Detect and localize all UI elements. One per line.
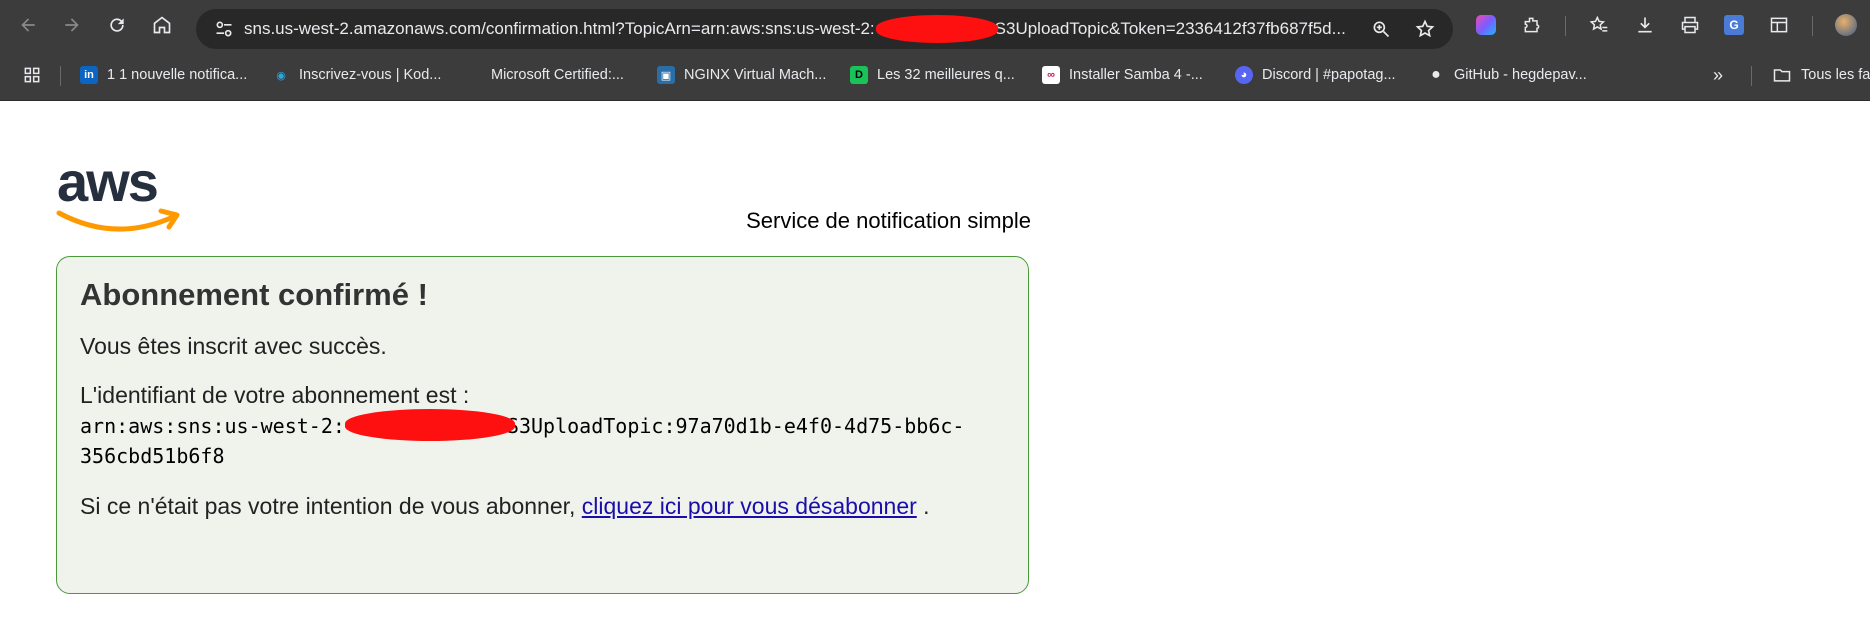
favorites-button[interactable] — [1585, 11, 1613, 39]
discord-icon: ◕ — [1235, 66, 1253, 84]
bookmark-microsoft[interactable]: Microsoft Certified:... — [464, 62, 624, 88]
more-bookmarks-button[interactable]: » — [1713, 62, 1723, 88]
toolbar-divider — [1565, 16, 1566, 36]
home-icon — [153, 16, 171, 34]
nginx-icon: ▣ — [657, 66, 675, 84]
service-title: Service de notification simple — [746, 208, 1031, 233]
avatar — [1835, 14, 1857, 36]
sidebar-button[interactable] — [1765, 11, 1793, 39]
subscription-id-label: L'identifiant de votre abonnement est : — [80, 382, 470, 408]
print-button[interactable] — [1676, 11, 1704, 39]
reload-button[interactable] — [103, 11, 131, 39]
bookmark-nginx[interactable]: ▣ NGINX Virtual Mach... — [657, 62, 826, 88]
bookmark-kodekloud[interactable]: ◉ Inscrivez-vous | Kod... — [272, 62, 441, 88]
unsubscribe-paragraph: Si ce n'était pas votre intention de vou… — [80, 492, 980, 520]
confirmation-box: Abonnement confirmé ! Vous êtes inscrit … — [56, 256, 1029, 594]
home-button[interactable] — [148, 11, 176, 39]
bookmark-label: Microsoft Certified:... — [491, 67, 624, 83]
arn-prefix: arn:aws:sns:us-west-2: — [80, 414, 345, 438]
bookmark-label: 1 1 nouvelle notifica... — [107, 67, 248, 83]
other-bookmarks-folder[interactable]: Tous les fa — [1772, 62, 1870, 88]
bookmark-label: Discord | #papotag... — [1262, 67, 1396, 83]
translate-button[interactable]: G — [1720, 11, 1748, 39]
extensions-button[interactable] — [1518, 11, 1546, 39]
bookmark-label: Installer Samba 4 -... — [1069, 67, 1203, 83]
download-icon — [1638, 17, 1652, 33]
unsubscribe-suffix: . — [916, 493, 930, 519]
page-title: Abonnement confirmé ! — [80, 277, 428, 312]
bookmark-samba[interactable]: ∞ Installer Samba 4 -... — [1042, 62, 1203, 88]
bookmark-discord[interactable]: ◕ Discord | #papotag... — [1235, 62, 1396, 88]
back-button[interactable] — [14, 11, 42, 39]
success-message: Vous êtes inscrit avec succès. — [80, 333, 387, 359]
printer-icon — [1681, 16, 1699, 34]
forward-button[interactable] — [58, 11, 86, 39]
grid-icon — [24, 67, 40, 83]
unsubscribe-prefix: Si ce n'était pas votre intention de vou… — [80, 493, 582, 519]
address-bar[interactable]: sns.us-west-2.amazonaws.com/confirmation… — [196, 9, 1453, 49]
page-content: aws Service de notification simple Abonn… — [0, 101, 1870, 625]
folder-icon — [1773, 69, 1791, 82]
bookmark-label: NGINX Virtual Mach... — [684, 67, 827, 83]
layout-icon — [1770, 17, 1788, 33]
profile-button[interactable] — [1832, 11, 1860, 39]
arn-suffix: S3UploadTopic:97a70d1b-e4f0-4d75-bb6c- — [506, 414, 965, 438]
bookmarks-bar: in 1 1 nouvelle notifica... ◉ Inscrivez-… — [0, 50, 1870, 101]
bookmark-label: Inscrivez-vous | Kod... — [299, 67, 442, 83]
arrow-left-icon — [21, 18, 35, 32]
bookmark-label: Tous les fa — [1801, 67, 1870, 83]
url-prefix: sns.us-west-2.amazonaws.com/confirmation… — [244, 19, 875, 38]
url-text[interactable]: sns.us-west-2.amazonaws.com/confirmation… — [244, 9, 1374, 49]
bookmark-star-button[interactable] — [1411, 15, 1439, 43]
bookmark-label: Les 32 meilleures q... — [877, 67, 1015, 83]
bookmarks-divider — [60, 66, 61, 86]
site-info-icon[interactable] — [210, 15, 238, 43]
puzzle-icon — [1524, 17, 1540, 33]
arn-line2: 356cbd51b6f8 — [80, 444, 225, 468]
reload-icon — [110, 18, 124, 32]
apps-button[interactable] — [18, 61, 46, 89]
microsoft-icon — [464, 66, 482, 84]
bookmarks-divider — [1751, 66, 1752, 86]
github-icon: ● — [1431, 66, 1441, 83]
zoom-icon — [1373, 21, 1390, 38]
translate-icon: G — [1724, 15, 1744, 35]
linkedin-icon: in — [80, 66, 98, 84]
bookmark-github[interactable]: ● GitHub - hegdepav... — [1427, 62, 1587, 88]
bookmark-linkedin[interactable]: in 1 1 nouvelle notifica... — [80, 62, 247, 88]
downloads-button[interactable] — [1631, 11, 1659, 39]
zoom-button[interactable] — [1367, 15, 1395, 43]
infinity-icon: ∞ — [1042, 66, 1060, 84]
dc-icon: D — [850, 66, 868, 84]
svg-text:aws: aws — [57, 151, 157, 213]
eye-icon: ◉ — [276, 69, 286, 82]
url-tail: S3UploadTopic&Token=2336412f37fb687f5d..… — [994, 19, 1346, 38]
unsubscribe-link[interactable]: cliquez ici pour vous désabonner — [582, 493, 917, 519]
browser-toolbar: sns.us-west-2.amazonaws.com/confirmation… — [0, 0, 1870, 50]
bookmark-dc[interactable]: D Les 32 meilleures q... — [850, 62, 1015, 88]
copilot-icon — [1476, 15, 1496, 35]
bookmark-label: GitHub - hegdepav... — [1454, 67, 1587, 83]
arrow-right-icon — [65, 18, 79, 32]
url-redaction — [876, 15, 998, 43]
extension-copilot-button[interactable] — [1472, 11, 1500, 39]
star-list-icon — [1589, 15, 1608, 32]
chevron-double-right-icon: » — [1713, 64, 1724, 85]
subscription-arn: arn:aws:sns:us-west-2: S3UploadTopic:97a7… — [80, 411, 1010, 471]
star-icon — [1415, 19, 1435, 38]
arn-redaction — [345, 409, 515, 441]
toolbar-divider — [1812, 16, 1813, 36]
